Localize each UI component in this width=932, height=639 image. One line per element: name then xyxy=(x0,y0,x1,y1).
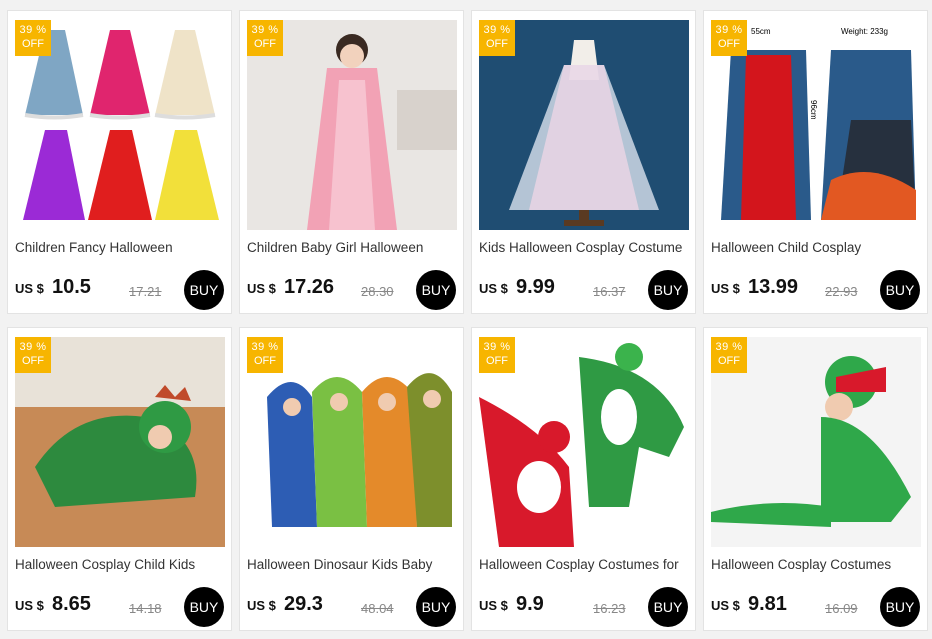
sale-price: 17.26 xyxy=(284,276,335,298)
discount-off-label: OFF xyxy=(22,355,44,367)
product-title[interactable]: Halloween Child Cosplay xyxy=(711,240,923,255)
discount-percent: 39 % xyxy=(19,341,47,353)
discount-badge: 39 % OFF xyxy=(247,337,283,373)
product-image[interactable]: 55cm Weight: 233g 96cm 39 % OFF xyxy=(711,20,921,230)
discount-off-label: OFF xyxy=(486,38,508,50)
product-image[interactable]: 39 % OFF xyxy=(15,20,225,230)
discount-percent: 39 % xyxy=(715,341,743,353)
buy-button[interactable]: BUY xyxy=(416,587,456,627)
sale-price: 29.3 xyxy=(284,593,323,615)
product-image[interactable]: 39 % OFF xyxy=(479,337,689,547)
discount-off-label: OFF xyxy=(22,38,44,50)
size-width-label: 55cm xyxy=(751,27,771,36)
original-price: 22.93 xyxy=(825,284,858,299)
price-currency: US $ xyxy=(479,281,508,296)
original-price: 48.04 xyxy=(361,601,394,616)
buy-button[interactable]: BUY xyxy=(880,587,920,627)
discount-percent: 39 % xyxy=(19,24,47,36)
size-length-label: 96cm xyxy=(809,100,818,120)
discount-percent: 39 % xyxy=(483,24,511,36)
original-price: 16.37 xyxy=(593,284,626,299)
discount-off-label: OFF xyxy=(486,355,508,367)
discount-badge: 39 % OFF xyxy=(711,20,747,56)
discount-off-label: OFF xyxy=(254,38,276,50)
buy-button[interactable]: BUY xyxy=(184,587,224,627)
discount-badge: 39 % OFF xyxy=(711,337,747,373)
discount-badge: 39 % OFF xyxy=(479,20,515,56)
original-price: 17.21 xyxy=(129,284,162,299)
original-price: 16.09 xyxy=(825,601,858,616)
discount-badge: 39 % OFF xyxy=(15,20,51,56)
price-currency: US $ xyxy=(15,598,44,613)
product-image[interactable]: 39 % OFF xyxy=(247,337,457,547)
sale-price: 9.81 xyxy=(748,593,787,615)
buy-button[interactable]: BUY xyxy=(184,270,224,310)
product-card[interactable]: 39 % OFF Halloween Dinosaur Kids Baby US… xyxy=(239,327,464,631)
discount-off-label: OFF xyxy=(718,355,740,367)
product-grid: 39 % OFF Children Fancy Halloween US $ 1… xyxy=(0,0,932,639)
product-card[interactable]: 55cm Weight: 233g 96cm 39 % OFF Hallowee… xyxy=(703,10,928,314)
product-image[interactable]: 39 % OFF xyxy=(479,20,689,230)
product-image[interactable]: 39 % OFF xyxy=(247,20,457,230)
product-title[interactable]: Halloween Cosplay Child Kids xyxy=(15,557,227,572)
discount-badge: 39 % OFF xyxy=(479,337,515,373)
sale-price: 10.5 xyxy=(52,276,91,298)
product-card[interactable]: 39 % OFF Halloween Cosplay Costumes for … xyxy=(471,327,696,631)
discount-percent: 39 % xyxy=(251,24,279,36)
discount-badge: 39 % OFF xyxy=(15,337,51,373)
buy-button[interactable]: BUY xyxy=(880,270,920,310)
product-card[interactable]: 39 % OFF Halloween Cosplay Child Kids US… xyxy=(7,327,232,631)
product-title[interactable]: Children Baby Girl Halloween xyxy=(247,240,459,255)
buy-button[interactable]: BUY xyxy=(416,270,456,310)
price-currency: US $ xyxy=(247,281,276,296)
product-title[interactable]: Kids Halloween Cosplay Costume xyxy=(479,240,691,255)
weight-label: Weight: 233g xyxy=(841,27,888,36)
price-currency: US $ xyxy=(15,281,44,296)
product-title[interactable]: Halloween Cosplay Costumes for xyxy=(479,557,691,572)
sale-price: 9.99 xyxy=(516,276,555,298)
product-card[interactable]: 39 % OFF Halloween Cosplay Costumes US $… xyxy=(703,327,928,631)
original-price: 14.18 xyxy=(129,601,162,616)
product-image[interactable]: 39 % OFF xyxy=(711,337,921,547)
product-card[interactable]: 39 % OFF Children Baby Girl Halloween US… xyxy=(239,10,464,314)
original-price: 16.23 xyxy=(593,601,626,616)
price-currency: US $ xyxy=(711,281,740,296)
price-currency: US $ xyxy=(479,598,508,613)
product-title[interactable]: Halloween Cosplay Costumes xyxy=(711,557,923,572)
product-card[interactable]: 39 % OFF Kids Halloween Cosplay Costume … xyxy=(471,10,696,314)
product-title[interactable]: Halloween Dinosaur Kids Baby xyxy=(247,557,459,572)
product-card[interactable]: 39 % OFF Children Fancy Halloween US $ 1… xyxy=(7,10,232,314)
product-title[interactable]: Children Fancy Halloween xyxy=(15,240,227,255)
sale-price: 8.65 xyxy=(52,593,91,615)
price-currency: US $ xyxy=(711,598,740,613)
sale-price: 13.99 xyxy=(748,276,799,298)
discount-percent: 39 % xyxy=(483,341,511,353)
original-price: 28.30 xyxy=(361,284,394,299)
discount-off-label: OFF xyxy=(718,38,740,50)
discount-percent: 39 % xyxy=(251,341,279,353)
price-currency: US $ xyxy=(247,598,276,613)
buy-button[interactable]: BUY xyxy=(648,270,688,310)
sale-price: 9.9 xyxy=(516,593,544,615)
discount-badge: 39 % OFF xyxy=(247,20,283,56)
product-image[interactable]: 39 % OFF xyxy=(15,337,225,547)
discount-off-label: OFF xyxy=(254,355,276,367)
buy-button[interactable]: BUY xyxy=(648,587,688,627)
discount-percent: 39 % xyxy=(715,24,743,36)
